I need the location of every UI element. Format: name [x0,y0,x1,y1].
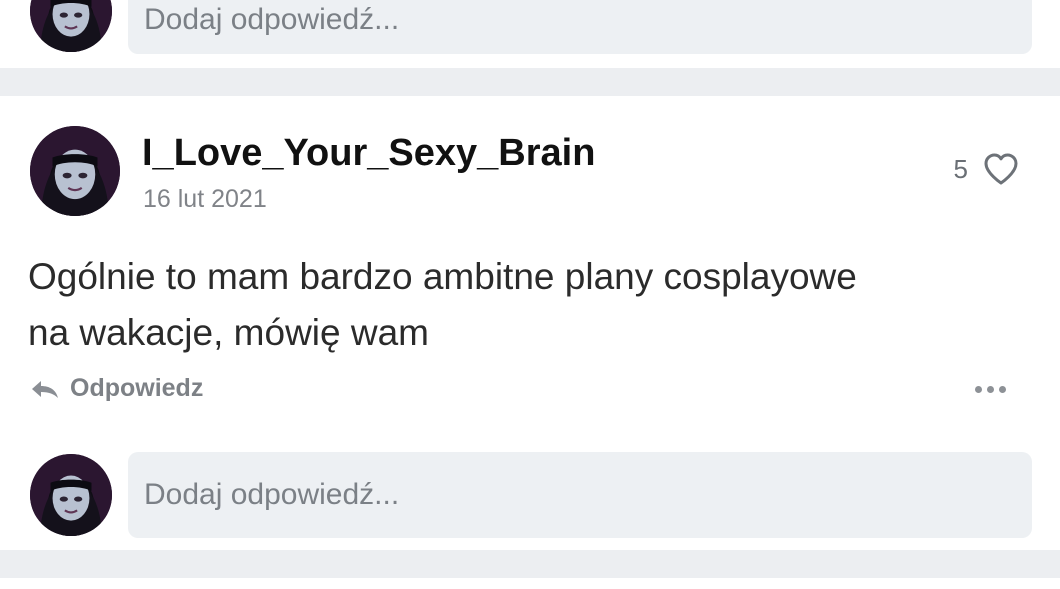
reply-icon [30,378,60,400]
comment-text-line: na wakacje, mówię wam [28,312,429,353]
reply-placeholder: Dodaj odpowiedź... [144,3,400,36]
comment-card: I_Love_Your_Sexy_Brain 16 lut 2021 5 Ogó… [0,96,1060,550]
avatar[interactable] [30,454,112,536]
reply-input[interactable]: Dodaj odpowiedź... [128,0,1032,54]
comment-date: 16 lut 2021 [143,185,267,213]
heart-icon[interactable] [982,152,1020,186]
reply-placeholder: Dodaj odpowiedź... [144,478,400,511]
reply-input[interactable]: Dodaj odpowiedź... [128,452,1032,538]
comment-text-line: Ogólnie to mam bardzo ambitne plany cosp… [28,256,857,297]
avatar[interactable] [30,126,120,216]
like-count: 5 [953,153,968,184]
comment-text: Ogólnie to mam bardzo ambitne plany cosp… [28,249,1028,361]
section-separator [0,550,1060,578]
reply-label: Odpowiedz [70,374,204,402]
like-button[interactable]: 5 [954,152,1020,186]
reply-button[interactable]: Odpowiedz [30,374,203,403]
section-separator [0,68,1060,96]
top-reply-row: Dodaj odpowiedź... [0,0,1060,68]
avatar[interactable] [30,0,112,52]
more-options-button[interactable] [970,374,1010,404]
more-icon [974,385,1006,393]
username[interactable]: I_Love_Your_Sexy_Brain [142,132,595,175]
